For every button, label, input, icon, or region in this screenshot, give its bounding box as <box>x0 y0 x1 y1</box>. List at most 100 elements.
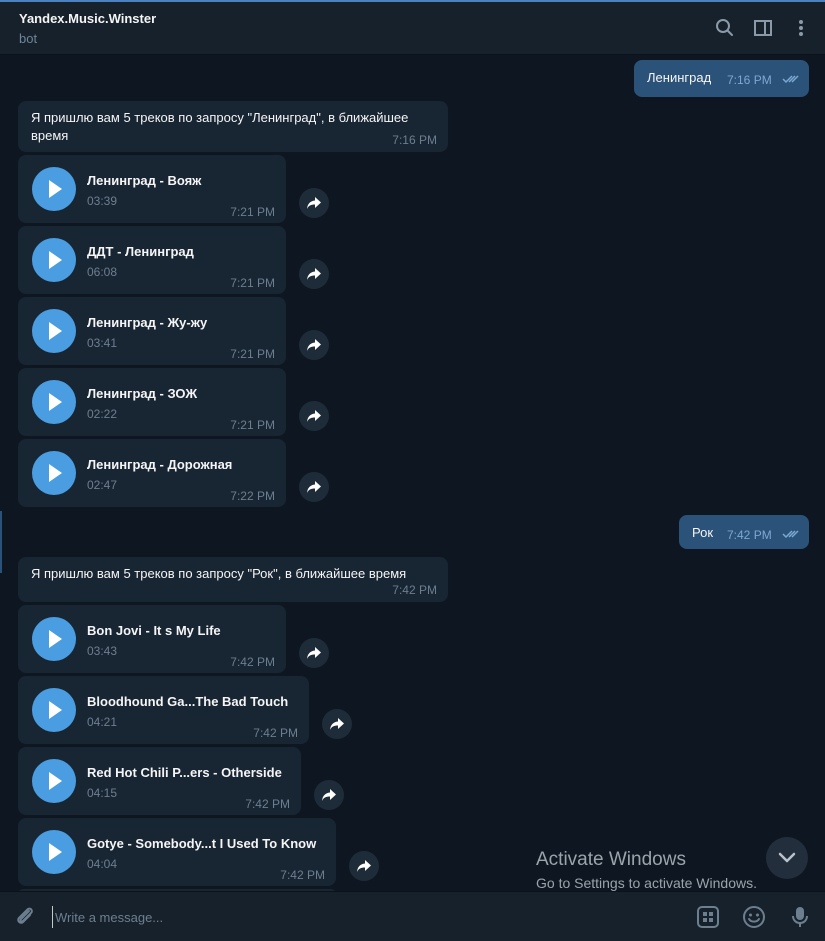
message-time: 7:16 PM <box>392 133 437 147</box>
play-button[interactable] <box>32 617 76 661</box>
play-button[interactable] <box>32 167 76 211</box>
read-receipt-icon <box>782 75 799 84</box>
audio-message[interactable]: Ленинград - ЗОЖ 02:22 7:21 PM <box>18 368 286 436</box>
share-arrow-icon <box>357 860 371 872</box>
share-arrow-icon <box>330 718 344 730</box>
message-time: 7:42 PM <box>727 528 772 542</box>
message-time: 7:42 PM <box>230 655 275 669</box>
audio-message[interactable]: Gotye - Somebody...t I Used To Know 04:0… <box>18 818 336 886</box>
forward-button[interactable] <box>299 188 329 218</box>
play-icon <box>49 393 62 411</box>
more-vertical-icon[interactable] <box>790 17 812 39</box>
share-arrow-icon <box>307 647 321 659</box>
play-button[interactable] <box>32 759 76 803</box>
track-title: Bon Jovi - It s My Life <box>87 623 221 638</box>
chat-header: Yandex.Music.Winster bot <box>0 2 825 55</box>
microphone-icon[interactable] <box>788 905 812 929</box>
track-duration: 02:22 <box>87 407 118 421</box>
track-duration: 03:43 <box>87 644 118 658</box>
track-title: Ленинград - Вояж <box>87 173 202 188</box>
track-title: Ленинград - Жу-жу <box>87 315 208 330</box>
message-time: 7:21 PM <box>230 347 275 361</box>
play-button[interactable] <box>32 688 76 732</box>
read-receipt-icon <box>782 530 799 539</box>
search-icon[interactable] <box>714 17 736 39</box>
forward-button[interactable] <box>299 401 329 431</box>
audio-message[interactable]: Bon Jovi - It s My Life 03:43 7:42 PM <box>18 605 286 673</box>
message-text: Рок <box>692 525 714 540</box>
share-arrow-icon <box>307 197 321 209</box>
play-button[interactable] <box>32 380 76 424</box>
chevron-down-icon <box>778 852 796 863</box>
forward-button[interactable] <box>322 709 352 739</box>
share-arrow-icon <box>307 481 321 493</box>
message-time: 7:21 PM <box>230 276 275 290</box>
sidebar-toggle-icon[interactable] <box>752 17 774 39</box>
message-time: 7:21 PM <box>230 205 275 219</box>
play-icon <box>49 701 62 719</box>
play-button[interactable] <box>32 451 76 495</box>
play-icon <box>49 180 62 198</box>
attach-icon[interactable] <box>13 905 37 929</box>
track-title: Bloodhound Ga...The Bad Touch <box>87 694 289 709</box>
chat-status: bot <box>19 31 38 46</box>
track-title: Ленинград - Дорожная <box>87 457 233 472</box>
track-duration: 03:39 <box>87 194 118 208</box>
play-button[interactable] <box>32 238 76 282</box>
emoji-icon[interactable] <box>742 905 766 929</box>
outgoing-message[interactable]: Ленинград 7:16 PM <box>634 60 809 97</box>
track-duration: 04:04 <box>87 857 118 871</box>
message-time: 7:16 PM <box>727 73 772 87</box>
forward-button[interactable] <box>349 851 379 881</box>
share-arrow-icon <box>307 268 321 280</box>
play-icon <box>49 630 62 648</box>
message-input[interactable] <box>52 906 672 928</box>
message-text: Ленинград <box>647 70 712 85</box>
share-arrow-icon <box>322 789 336 801</box>
message-time: 7:22 PM <box>230 489 275 503</box>
play-icon <box>49 843 62 861</box>
message-time: 7:42 PM <box>245 797 290 811</box>
audio-message[interactable]: Ленинград - Дорожная 02:47 7:22 PM <box>18 439 286 507</box>
play-icon <box>49 322 62 340</box>
scroll-to-bottom-button[interactable] <box>766 837 808 879</box>
message-time: 7:42 PM <box>392 583 437 597</box>
audio-message[interactable]: Red Hot Chili P...ers - Otherside 04:15 … <box>18 747 301 815</box>
forward-button[interactable] <box>299 259 329 289</box>
message-text: Я пришлю вам 5 треков по запросу "Ленинг… <box>31 110 409 143</box>
chat-title[interactable]: Yandex.Music.Winster <box>19 11 156 26</box>
track-duration: 04:21 <box>87 715 118 729</box>
play-button[interactable] <box>32 830 76 874</box>
message-list[interactable]: Ленинград 7:16 PM Я пришлю вам 5 треков … <box>0 56 825 891</box>
track-title: Gotye - Somebody...t I Used To Know <box>87 836 317 851</box>
track-duration: 06:08 <box>87 265 118 279</box>
message-time: 7:42 PM <box>253 726 298 740</box>
audio-message[interactable]: Ленинград - Жу-жу 03:41 7:21 PM <box>18 297 286 365</box>
track-duration: 04:15 <box>87 786 118 800</box>
play-icon <box>49 251 62 269</box>
audio-message[interactable]: Bloodhound Ga...The Bad Touch 04:21 7:42… <box>18 676 309 744</box>
play-button[interactable] <box>32 309 76 353</box>
message-time: 7:42 PM <box>280 868 325 882</box>
track-duration: 03:41 <box>87 336 118 350</box>
scroll-marker <box>0 511 2 573</box>
incoming-message[interactable]: Я пришлю вам 5 треков по запросу "Рок", … <box>18 557 448 602</box>
forward-button[interactable] <box>299 472 329 502</box>
play-icon <box>49 464 62 482</box>
forward-button[interactable] <box>299 638 329 668</box>
track-title: ДДТ - Ленинград <box>87 244 194 259</box>
share-arrow-icon <box>307 339 321 351</box>
audio-message[interactable]: ДДТ - Ленинград 06:08 7:21 PM <box>18 226 286 294</box>
track-title: Ленинград - ЗОЖ <box>87 386 198 401</box>
audio-message[interactable]: Ленинград - Вояж 03:39 7:21 PM <box>18 155 286 223</box>
play-icon <box>49 772 62 790</box>
track-title: Red Hot Chili P...ers - Otherside <box>87 765 282 780</box>
track-duration: 02:47 <box>87 478 118 492</box>
forward-button[interactable] <box>299 330 329 360</box>
forward-button[interactable] <box>314 780 344 810</box>
message-time: 7:21 PM <box>230 418 275 432</box>
message-composer <box>0 891 825 941</box>
bot-commands-icon[interactable] <box>696 905 720 929</box>
incoming-message[interactable]: Я пришлю вам 5 треков по запросу "Ленинг… <box>18 101 448 152</box>
outgoing-message[interactable]: Рок 7:42 PM <box>679 515 809 549</box>
